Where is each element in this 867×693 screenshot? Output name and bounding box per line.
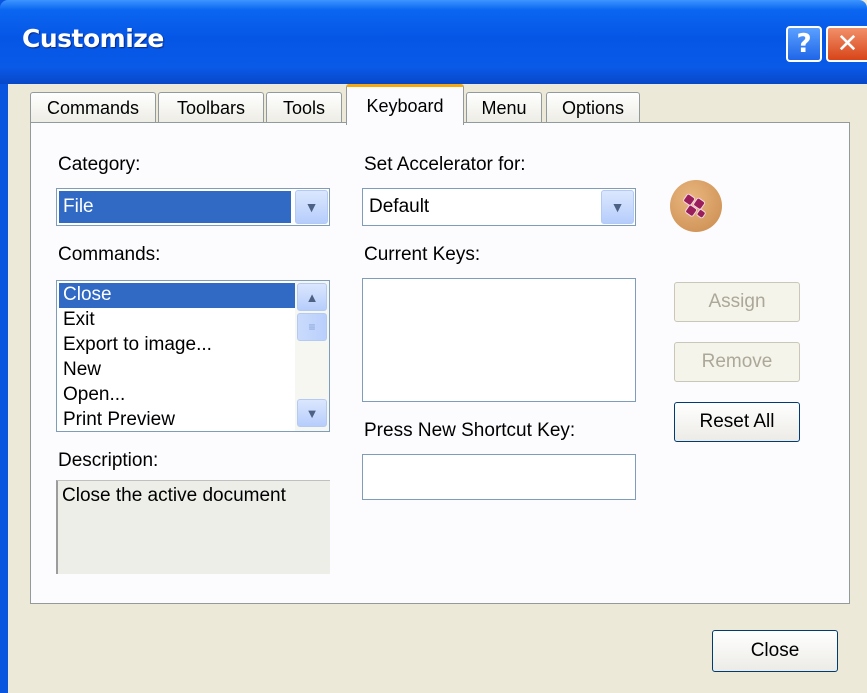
- chevron-up-icon[interactable]: ▲: [297, 283, 327, 311]
- category-select[interactable]: File ▼: [56, 188, 330, 226]
- list-item[interactable]: Export to image...: [59, 333, 295, 358]
- category-value: File: [63, 196, 94, 217]
- description-label: Description:: [58, 450, 159, 471]
- list-item[interactable]: Print Preview: [59, 408, 295, 431]
- reset-all-button[interactable]: Reset All: [674, 402, 800, 442]
- tab-options[interactable]: Options: [546, 92, 640, 124]
- window-close-button[interactable]: ✕: [826, 26, 867, 62]
- commands-list[interactable]: Close Exit Export to image... New Open..…: [56, 280, 330, 432]
- category-label: Category:: [58, 154, 141, 175]
- shortcut-key-input[interactable]: [362, 454, 636, 500]
- set-accelerator-label: Set Accelerator for:: [364, 154, 526, 175]
- close-icon: ✕: [836, 29, 859, 59]
- chevron-down-icon[interactable]: ▼: [601, 190, 634, 224]
- current-keys-label: Current Keys:: [364, 244, 481, 265]
- tab-toolbars[interactable]: Toolbars: [158, 92, 264, 124]
- chevron-down-icon[interactable]: ▼: [297, 399, 327, 427]
- set-accelerator-value: Default: [369, 196, 430, 217]
- scroll-thumb[interactable]: ≡: [297, 313, 327, 341]
- tab-menu[interactable]: Menu: [466, 92, 542, 124]
- list-item[interactable]: Exit: [59, 308, 295, 333]
- help-button[interactable]: ?: [786, 26, 822, 62]
- app-logo-icon: [670, 180, 722, 232]
- chevron-down-icon[interactable]: ▼: [295, 190, 328, 224]
- close-button[interactable]: Close: [712, 630, 838, 672]
- press-new-shortcut-label: Press New Shortcut Key:: [364, 420, 576, 441]
- commands-label: Commands:: [58, 244, 161, 265]
- tab-tools[interactable]: Tools: [266, 92, 342, 124]
- list-item[interactable]: New: [59, 358, 295, 383]
- tab-keyboard[interactable]: Keyboard: [346, 84, 464, 125]
- category-highlight: [59, 191, 291, 223]
- remove-button[interactable]: Remove: [674, 342, 800, 382]
- list-item[interactable]: Close: [59, 283, 295, 308]
- help-icon: ?: [796, 29, 812, 59]
- commands-scrollbar[interactable]: ▲ ≡ ▼: [295, 281, 329, 431]
- title-bar[interactable]: Customize ? ✕: [0, 0, 867, 84]
- tab-commands[interactable]: Commands: [30, 92, 156, 124]
- current-keys-list[interactable]: [362, 278, 636, 402]
- window-title: Customize: [22, 24, 164, 53]
- set-accelerator-select[interactable]: Default ▼: [362, 188, 636, 226]
- list-item[interactable]: Open...: [59, 383, 295, 408]
- assign-button[interactable]: Assign: [674, 282, 800, 322]
- description-box: Close the active document: [56, 480, 330, 574]
